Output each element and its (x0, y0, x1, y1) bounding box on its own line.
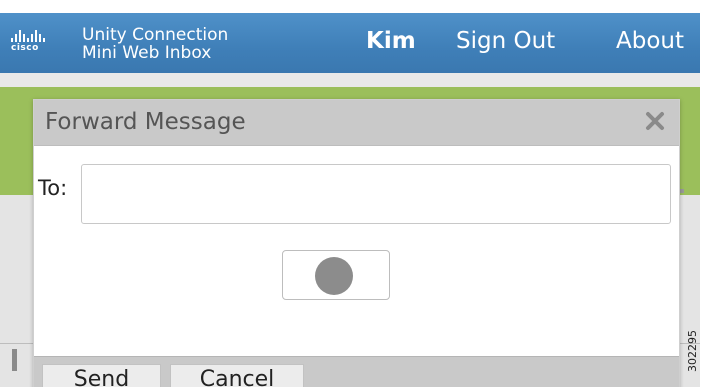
background-edge-mark (12, 349, 17, 371)
app-header: cisco Unity Connection Mini Web Inbox Ki… (0, 13, 700, 73)
forward-message-dialog: Forward Message To: Send Cancel (33, 99, 680, 387)
app-window: cisco Unity Connection Mini Web Inbox Ki… (0, 13, 700, 387)
user-name: Kim (366, 28, 416, 54)
record-button[interactable] (282, 250, 390, 300)
cancel-button[interactable]: Cancel (170, 364, 304, 387)
close-icon[interactable] (643, 109, 667, 133)
record-icon (315, 257, 353, 295)
to-input[interactable] (81, 164, 671, 224)
app-title-line1: Unity Connection (82, 25, 229, 45)
to-label: To: (38, 176, 68, 200)
app-title: Unity Connection Mini Web Inbox (82, 26, 228, 62)
about-link[interactable]: About (616, 28, 684, 54)
sign-out-link[interactable]: Sign Out (456, 28, 555, 54)
dialog-title-bar: Forward Message (34, 100, 679, 146)
dialog-title: Forward Message (45, 109, 246, 135)
background-dot (680, 189, 684, 193)
figure-id: 302295 (686, 330, 699, 372)
cisco-logo: cisco (11, 28, 45, 58)
dialog-footer: Send Cancel (34, 356, 679, 387)
send-button[interactable]: Send (42, 364, 161, 387)
cisco-logo-text: cisco (11, 43, 39, 53)
cisco-bars-icon (11, 28, 45, 42)
app-title-line2: Mini Web Inbox (82, 43, 212, 63)
